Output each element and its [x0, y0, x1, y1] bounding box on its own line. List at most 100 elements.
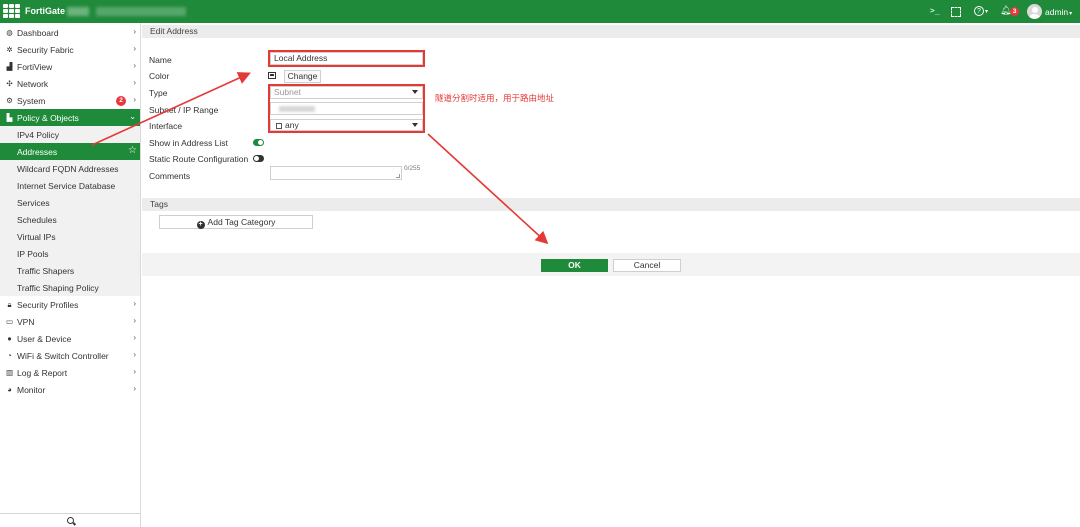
sidebar-item-label: Traffic Shaping Policy	[17, 282, 99, 293]
sidebar-item-label: Log & Report	[17, 367, 68, 378]
chart-icon: ▥	[5, 368, 14, 377]
search-icon	[66, 517, 74, 524]
ok-button[interactable]: OK	[541, 259, 608, 272]
cli-icon[interactable]: >_	[930, 6, 940, 15]
sidebar-item-wifi-switch[interactable]: ◔ WiFi & Switch Controller ›	[0, 347, 140, 364]
sidebar-item-traffic-shapers[interactable]: Traffic Shapers	[0, 262, 140, 279]
sidebar-item-system[interactable]: ⚙ System 2 ›	[0, 92, 140, 109]
vpn-icon: ▭	[5, 317, 14, 326]
help-icon[interactable]: ? ▾	[974, 5, 988, 16]
form-footer	[142, 253, 1080, 276]
sidebar-item-network[interactable]: ✣ Network ›	[0, 75, 140, 92]
sidebar-item-label: Security Profiles	[17, 299, 79, 310]
annotation-box-name	[268, 50, 425, 67]
gear-icon: ⚙	[6, 96, 13, 105]
sidebar-item-label: FortiView	[17, 61, 53, 72]
user-icon: ●	[7, 334, 12, 343]
static-route-toggle[interactable]	[253, 155, 264, 162]
sidebar-item-internet-service-db[interactable]: Internet Service Database	[0, 177, 140, 194]
edit-address-header: Edit Address	[142, 25, 1080, 38]
comments-counter: 0/255	[404, 165, 421, 172]
sidebar-item-ip-pools[interactable]: IP Pools	[0, 245, 140, 262]
comments-label: Comments	[149, 171, 191, 181]
user-avatar-icon[interactable]	[1027, 4, 1042, 19]
add-tag-label: Add Tag Category	[207, 217, 276, 227]
sidebar-item-ipv4-policy[interactable]: IPv4 Policy	[0, 126, 140, 143]
color-swatch-icon	[268, 72, 276, 79]
sidebar-item-label: Network	[17, 78, 49, 89]
sidebar-item-label: IPv4 Policy	[17, 129, 60, 140]
sidebar-item-label: Policy & Objects	[17, 112, 79, 123]
system-alert-badge: 2	[116, 96, 126, 106]
sidebar-item-label: Addresses	[17, 146, 58, 157]
sidebar-item-label: VPN	[17, 316, 35, 327]
user-name: admin	[1045, 7, 1069, 17]
dashboard-icon: ◍	[6, 28, 13, 37]
sidebar-item-label: Internet Service Database	[17, 180, 116, 191]
show-in-list-toggle[interactable]	[253, 139, 264, 146]
sidebar-item-label: System	[17, 95, 46, 106]
sidebar-item-addresses[interactable]: Addresses ☆	[0, 143, 140, 160]
show-in-list-label: Show in Address List	[149, 138, 228, 148]
sidebar: ◍ Dashboard › ✲ Security Fabric › ▟ FortiView…	[0, 23, 141, 527]
monitor-icon: ◕	[7, 385, 12, 394]
sidebar-item-monitor[interactable]: ◕ Monitor ›	[0, 381, 140, 398]
sidebar-item-label: Security Fabric	[17, 44, 74, 55]
sidebar-item-security-profiles[interactable]: 🔒︎ Security Profiles ›	[0, 296, 140, 313]
policy-icon: ▙	[6, 113, 13, 122]
redacted-serial	[96, 7, 186, 16]
sidebar-item-log-report[interactable]: ▥ Log & Report ›	[0, 364, 140, 381]
sidebar-item-label: Virtual IPs	[17, 231, 56, 242]
sidebar-item-wildcard-fqdn[interactable]: Wildcard FQDN Addresses	[0, 160, 140, 177]
annotation-text: 隧道分割时适用，用于路由地址	[435, 93, 555, 103]
fortiview-icon: ▟	[6, 62, 13, 71]
subnet-label: Subnet / IP Range	[149, 105, 219, 115]
sidebar-item-fortiview[interactable]: ▟ FortiView ›	[0, 58, 140, 75]
network-icon: ✣	[6, 79, 13, 88]
sidebar-item-label: WiFi & Switch Controller	[17, 350, 109, 361]
sidebar-item-label: IP Pools	[17, 248, 49, 259]
static-route-label: Static Route Configuration	[149, 154, 249, 164]
brand-name: FortiGate	[25, 6, 66, 16]
lock-icon: 🔒︎	[7, 299, 12, 309]
comments-textarea[interactable]	[270, 166, 402, 180]
resize-handle-icon[interactable]	[396, 174, 400, 178]
sidebar-item-label: User & Device	[17, 333, 72, 344]
sidebar-item-services[interactable]: Services	[0, 194, 140, 211]
annotation-box-type-interface	[268, 84, 425, 133]
security-fabric-icon: ✲	[6, 45, 13, 54]
redacted-hostname	[67, 7, 89, 16]
tags-header: Tags	[142, 198, 1080, 211]
sidebar-item-label: Wildcard FQDN Addresses	[17, 163, 119, 174]
sidebar-item-label: Services	[17, 197, 50, 208]
annotation-arrow-to-ok	[427, 133, 549, 245]
star-icon[interactable]: ☆	[128, 145, 137, 156]
change-color-button[interactable]: Change	[284, 70, 321, 83]
sidebar-search[interactable]	[0, 513, 140, 527]
top-bar: FortiGate >_ ? ▾ 🔔︎ 3 admin▾	[0, 0, 1080, 23]
color-label: Color	[149, 71, 170, 81]
sidebar-item-label: Schedules	[17, 214, 57, 225]
sidebar-item-dashboard[interactable]: ◍ Dashboard ›	[0, 24, 140, 41]
fortinet-logo-icon[interactable]	[3, 4, 21, 19]
sidebar-item-user-device[interactable]: ● User & Device ›	[0, 330, 140, 347]
user-menu[interactable]: admin▾	[1045, 7, 1072, 17]
cancel-button[interactable]: Cancel	[613, 259, 681, 272]
add-tag-category-button[interactable]: + Add Tag Category	[159, 215, 313, 229]
fullscreen-icon[interactable]	[951, 7, 961, 17]
sidebar-item-label: Traffic Shapers	[17, 265, 75, 276]
interface-label: Interface	[149, 121, 183, 131]
plus-circle-icon: +	[196, 221, 205, 229]
sidebar-item-vpn[interactable]: ▭ VPN ›	[0, 313, 140, 330]
type-label: Type	[149, 88, 168, 98]
sidebar-item-label: Monitor	[17, 384, 46, 395]
sidebar-item-traffic-shaping-policy[interactable]: Traffic Shaping Policy	[0, 279, 140, 296]
sidebar-item-security-fabric[interactable]: ✲ Security Fabric ›	[0, 41, 140, 58]
sidebar-item-virtual-ips[interactable]: Virtual IPs	[0, 228, 140, 245]
name-label: Name	[149, 55, 172, 65]
sidebar-item-policy-objects[interactable]: ▙ Policy & Objects ⌄	[0, 109, 140, 126]
sidebar-item-schedules[interactable]: Schedules	[0, 211, 140, 228]
wifi-icon: ◔	[7, 351, 12, 360]
sidebar-item-label: Dashboard	[17, 27, 59, 38]
notification-count-badge: 3	[1010, 7, 1019, 16]
